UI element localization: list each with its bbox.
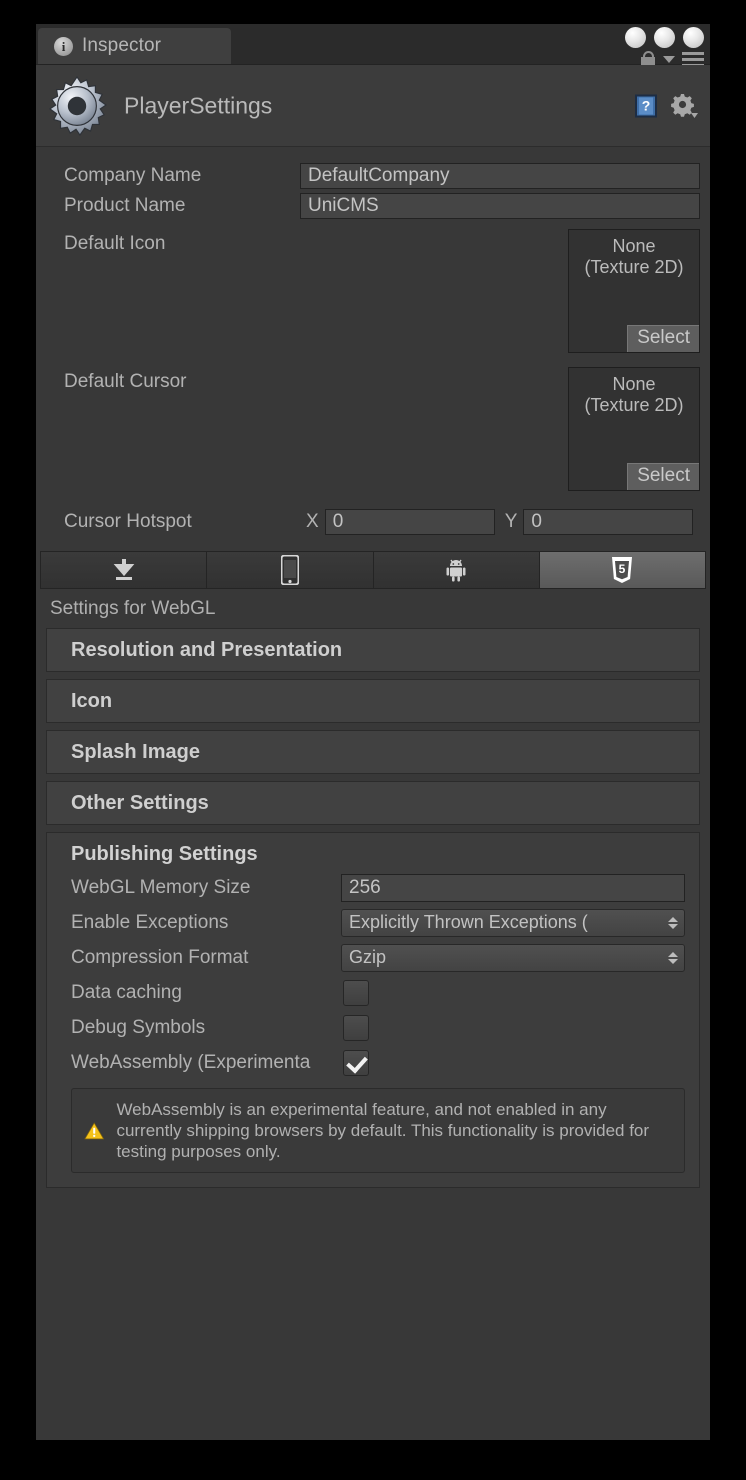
webgl-memory-size-input[interactable]: 256 xyxy=(341,873,685,902)
warning-triangle-icon xyxy=(84,1121,105,1139)
company-name-label: Company Name xyxy=(64,165,202,186)
platform-tabbar: 5 xyxy=(40,551,706,589)
tab-inspector[interactable]: i Inspector xyxy=(38,28,231,64)
settings-for-label: Settings for WebGL xyxy=(50,598,216,619)
help-book-icon[interactable]: ? xyxy=(634,93,658,118)
default-icon-value-line1: None xyxy=(612,236,656,256)
cursor-hotspot-y-input[interactable]: 0 xyxy=(523,509,694,535)
row-data-caching: Data caching xyxy=(47,975,699,1010)
enable-exceptions-dropdown[interactable]: Explicitly Thrown Exceptions ( xyxy=(341,908,685,937)
product-name-input[interactable]: UniCMS xyxy=(300,193,700,219)
platform-tab-android[interactable] xyxy=(373,552,540,588)
row-product-name: Product Name UniCMS xyxy=(36,191,710,221)
debug-symbols-checkbox[interactable] xyxy=(343,1014,369,1041)
inspector-window: i Inspector PlayerSettings ? Company Nam… xyxy=(36,24,710,1440)
debug-symbols-label: Debug Symbols xyxy=(71,1016,206,1038)
default-cursor-select-button[interactable]: Select xyxy=(627,463,699,490)
default-icon-label: Default Icon xyxy=(64,233,166,254)
row-debug-symbols: Debug Symbols xyxy=(47,1010,699,1045)
info-circle-icon: i xyxy=(54,36,73,56)
data-caching-checkbox[interactable] xyxy=(343,979,369,1006)
compression-format-label: Compression Format xyxy=(71,946,249,968)
row-enable-exceptions: Enable Exceptions Explicitly Thrown Exce… xyxy=(47,905,699,940)
platform-tab-webgl[interactable]: 5 xyxy=(539,552,705,588)
webassembly-label: WebAssembly (Experimenta xyxy=(71,1051,311,1073)
html5-shield-icon: 5 xyxy=(612,557,633,583)
inspector-content: Company Name DefaultCompany Product Name… xyxy=(36,147,710,1188)
section-title: Splash Image xyxy=(71,740,200,763)
svg-text:?: ? xyxy=(642,97,651,113)
window-tabstrip: i Inspector xyxy=(36,24,710,68)
window-dots xyxy=(625,27,704,48)
section-title: Resolution and Presentation xyxy=(71,638,343,661)
cursor-hotspot-y-label: Y xyxy=(504,511,518,532)
publishing-settings-title: Publishing Settings xyxy=(71,843,258,865)
gear-dropdown-icon[interactable] xyxy=(670,93,698,119)
platform-tab-standalone[interactable] xyxy=(41,552,208,588)
chevron-down-icon[interactable] xyxy=(663,56,675,63)
row-default-icon: Default Icon None (Texture 2D) Select xyxy=(36,229,710,367)
tab-inspector-label: Inspector xyxy=(82,35,162,56)
phone-icon xyxy=(280,555,299,585)
row-compression-format: Compression Format Gzip xyxy=(47,940,699,975)
cursor-hotspot-x-input[interactable]: 0 xyxy=(324,509,495,535)
default-icon-select-button[interactable]: Select xyxy=(627,325,699,352)
webassembly-checkbox[interactable] xyxy=(343,1049,369,1076)
svg-text:5: 5 xyxy=(619,562,626,576)
object-header: PlayerSettings ? xyxy=(36,65,710,147)
section-title: Other Settings xyxy=(71,791,209,814)
window-dot-1[interactable] xyxy=(625,27,646,48)
cursor-hotspot-label: Cursor Hotspot xyxy=(64,511,192,532)
android-robot-icon xyxy=(446,559,466,582)
popup-arrows-icon xyxy=(668,951,678,964)
enable-exceptions-label: Enable Exceptions xyxy=(71,911,229,933)
section-resolution-and-presentation[interactable]: Resolution and Presentation xyxy=(46,628,700,672)
company-name-input[interactable]: DefaultCompany xyxy=(300,163,700,189)
download-arrow-icon xyxy=(113,559,134,580)
default-icon-object-field[interactable]: None (Texture 2D) Select xyxy=(568,229,700,353)
enable-exceptions-value: Explicitly Thrown Exceptions ( xyxy=(349,912,588,932)
default-cursor-label: Default Cursor xyxy=(64,371,187,392)
row-webgl-memory-size: WebGL Memory Size 256 xyxy=(47,870,699,905)
section-other-settings[interactable]: Other Settings xyxy=(46,781,700,825)
gear-icon xyxy=(48,75,108,137)
section-splash-image[interactable]: Splash Image xyxy=(46,730,700,774)
section-icon[interactable]: Icon xyxy=(46,679,700,723)
window-dot-2[interactable] xyxy=(654,27,675,48)
default-cursor-object-field[interactable]: None (Texture 2D) Select xyxy=(568,367,700,491)
webassembly-warning-text: WebAssembly is an experimental feature, … xyxy=(116,1100,650,1161)
popup-arrows-icon xyxy=(668,916,678,929)
default-cursor-value-line1: None xyxy=(612,374,656,394)
webassembly-warning-box: WebAssembly is an experimental feature, … xyxy=(71,1088,685,1173)
section-publishing-settings: Publishing Settings WebGL Memory Size 25… xyxy=(46,832,700,1188)
default-cursor-value-line2: (Texture 2D) xyxy=(584,395,684,415)
window-dot-3[interactable] xyxy=(683,27,704,48)
row-default-cursor: Default Cursor None (Texture 2D) Select xyxy=(36,367,710,505)
row-webassembly: WebAssembly (Experimenta xyxy=(47,1045,699,1080)
row-cursor-hotspot: Cursor Hotspot X 0 Y 0 xyxy=(36,505,710,539)
webgl-memory-size-label: WebGL Memory Size xyxy=(71,876,251,898)
section-title: Icon xyxy=(71,689,113,712)
compression-format-value: Gzip xyxy=(349,947,387,967)
row-company-name: Company Name DefaultCompany xyxy=(36,161,710,191)
data-caching-label: Data caching xyxy=(71,981,182,1003)
platform-tab-ios[interactable] xyxy=(207,552,374,588)
cursor-hotspot-x-label: X xyxy=(306,511,319,532)
page-title: PlayerSettings xyxy=(124,92,273,118)
compression-format-dropdown[interactable]: Gzip xyxy=(341,943,685,972)
product-name-label: Product Name xyxy=(64,195,186,216)
default-icon-value-line2: (Texture 2D) xyxy=(584,257,684,277)
